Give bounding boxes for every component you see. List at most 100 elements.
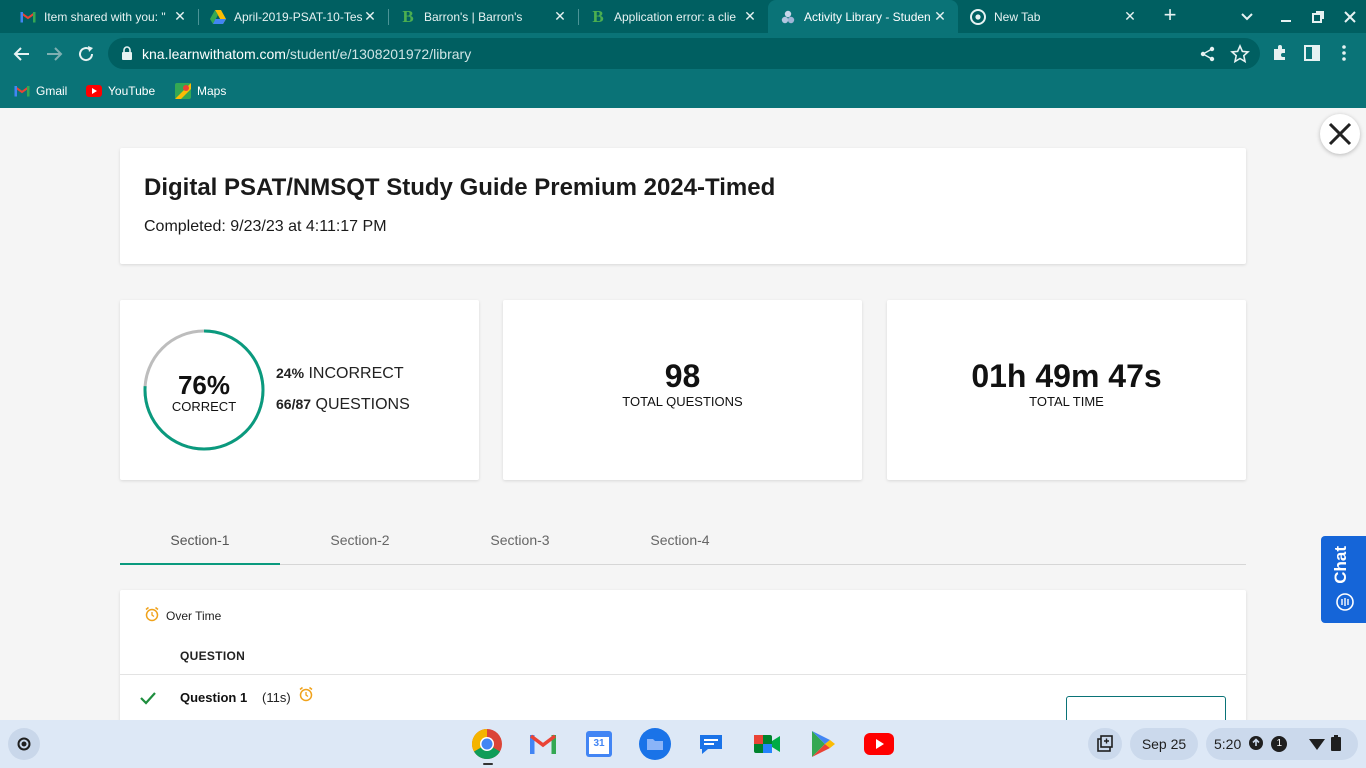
incorrect-label: INCORRECT [308, 365, 404, 382]
youtube-icon [86, 83, 102, 99]
maps-icon [175, 83, 191, 99]
bookmark-label: YouTube [108, 84, 156, 98]
review-button[interactable] [1066, 696, 1226, 720]
close-window-icon[interactable] [1339, 6, 1361, 28]
tab-title: New Tab [994, 9, 1041, 24]
browser-toolbar: kna.learnwithatom.com/student/e/13082019… [0, 33, 1366, 74]
total-questions-card: 98 TOTAL QUESTIONS [503, 300, 862, 480]
chrome-icon[interactable] [471, 728, 503, 760]
incorrect-stat: 24% INCORRECT [276, 365, 404, 383]
incorrect-value: 24% [276, 365, 305, 381]
more-menu-icon[interactable] [1334, 43, 1354, 63]
tab-title: Application error: a clie [614, 9, 737, 24]
address-bar[interactable]: kna.learnwithatom.com/student/e/13082019… [108, 38, 1260, 69]
chrome-icon [970, 8, 986, 25]
url-host: kna.learnwithatom.com [142, 46, 286, 62]
files-icon[interactable] [639, 728, 671, 760]
over-time-legend: Over Time [144, 606, 221, 625]
total-questions-label: TOTAL QUESTIONS [622, 394, 743, 409]
close-tab-icon[interactable]: ✕ [362, 8, 378, 25]
correct-label: CORRECT [171, 399, 237, 414]
bookmark-star-icon[interactable] [1230, 44, 1250, 64]
back-arrow-icon[interactable] [9, 41, 35, 67]
questions-table: Over Time QUESTION Question 1 (11s) [120, 590, 1246, 720]
close-tab-icon[interactable]: ✕ [742, 8, 758, 25]
close-tab-icon[interactable]: ✕ [932, 8, 948, 25]
close-tab-icon[interactable]: ✕ [1122, 8, 1138, 25]
tab-search-chevron-icon[interactable] [1236, 6, 1258, 28]
tab-section-2[interactable]: Section-2 [280, 520, 440, 565]
browser-tab[interactable]: April-2019-PSAT-10-Tes ✕ [198, 0, 388, 33]
atom-icon [780, 9, 796, 25]
minimize-icon[interactable] [1275, 6, 1297, 28]
side-panel-icon[interactable] [1302, 43, 1322, 63]
checkmark-icon [138, 688, 158, 713]
total-time-card: 01h 49m 47s TOTAL TIME [887, 300, 1246, 480]
youtube-icon[interactable] [863, 728, 895, 760]
status-tray[interactable]: 5:20 1 [1206, 728, 1358, 760]
questions-stat: 66/87 QUESTIONS [276, 396, 410, 414]
meet-icon[interactable] [751, 728, 783, 760]
barrons-b-icon: B [402, 6, 414, 26]
upload-icon [1249, 735, 1264, 753]
messages-icon[interactable] [695, 728, 727, 760]
browser-tab-active[interactable]: Activity Library - Studen ✕ [768, 0, 958, 33]
close-tab-icon[interactable]: ✕ [172, 8, 188, 25]
bookmark-youtube[interactable]: YouTube [86, 82, 155, 100]
over-time-label: Over Time [166, 608, 222, 623]
table-divider [120, 674, 1246, 675]
new-tab-icon[interactable]: + [1158, 4, 1182, 28]
reload-icon[interactable] [73, 41, 99, 67]
calendar-icon[interactable]: 31 [583, 728, 615, 760]
bookmark-label: Gmail [36, 84, 68, 98]
correct-percent: 76% [177, 370, 231, 400]
chat-button[interactable]: Chat [1321, 536, 1366, 623]
table-row: Question 1 (11s) [120, 686, 1246, 720]
browser-tab[interactable]: Item shared with you: " ✕ [8, 0, 198, 33]
bookmarks-bar: Gmail YouTube Maps [0, 74, 1366, 108]
tab-section-3[interactable]: Section-3 [440, 520, 600, 565]
play-store-icon[interactable] [807, 728, 839, 760]
share-icon[interactable] [1198, 44, 1218, 64]
wifi-icon [1309, 736, 1326, 753]
bookmark-gmail[interactable]: Gmail [14, 82, 67, 100]
notification-count-badge: 1 [1271, 736, 1288, 752]
questions-label: QUESTIONS [315, 396, 410, 413]
extensions-puzzle-icon[interactable] [1270, 43, 1290, 63]
browser-tab[interactable]: New Tab ✕ [958, 0, 1148, 33]
questions-value: 66/87 [276, 396, 312, 412]
question-time: (11s) [262, 690, 291, 705]
browser-tab[interactable]: B Barron's | Barron's ✕ [388, 0, 578, 33]
barrons-b-icon: B [592, 6, 604, 26]
os-shelf: 31 Sep 25 5:20 1 [0, 720, 1366, 768]
total-questions-value: 98 [664, 358, 701, 394]
tab-title: Activity Library - Studen [804, 9, 931, 24]
activity-summary-card: Digital PSAT/NMSQT Study Guide Premium 2… [120, 148, 1246, 264]
tab-title: Item shared with you: " [44, 9, 166, 24]
forward-arrow-icon[interactable] [41, 41, 67, 67]
page-title: Digital PSAT/NMSQT Study Guide Premium 2… [144, 174, 776, 201]
clock-time: 5:20 [1214, 736, 1242, 752]
url-path: /student/e/1308201972/library [285, 46, 472, 62]
url-text[interactable]: kna.learnwithatom.com/student/e/13082019… [142, 46, 471, 62]
close-tab-icon[interactable]: ✕ [552, 8, 568, 25]
tab-section-1[interactable]: Section-1 [120, 520, 280, 565]
total-time-value: 01h 49m 47s [971, 358, 1162, 394]
date-tray[interactable]: Sep 25 [1130, 728, 1198, 760]
restore-window-icon[interactable] [1307, 6, 1329, 28]
tab-section-4[interactable]: Section-4 [600, 520, 760, 565]
lock-icon[interactable] [120, 46, 134, 60]
calendar-day: 31 [593, 738, 605, 749]
tote-icon[interactable] [1088, 728, 1122, 760]
tab-title: Barron's | Barron's [424, 9, 523, 24]
browser-tab[interactable]: B Application error: a clie ✕ [578, 0, 768, 33]
close-icon[interactable] [1320, 114, 1360, 154]
question-column-header: QUESTION [180, 649, 246, 663]
gmail-icon[interactable] [527, 728, 559, 760]
chat-label: Chat [1331, 546, 1350, 584]
bookmark-maps[interactable]: Maps [175, 82, 226, 100]
total-time-label: TOTAL TIME [1029, 394, 1104, 409]
launcher-icon[interactable] [8, 728, 40, 760]
completed-timestamp: Completed: 9/23/23 at 4:11:17 PM [144, 218, 387, 235]
running-indicator [483, 763, 493, 765]
